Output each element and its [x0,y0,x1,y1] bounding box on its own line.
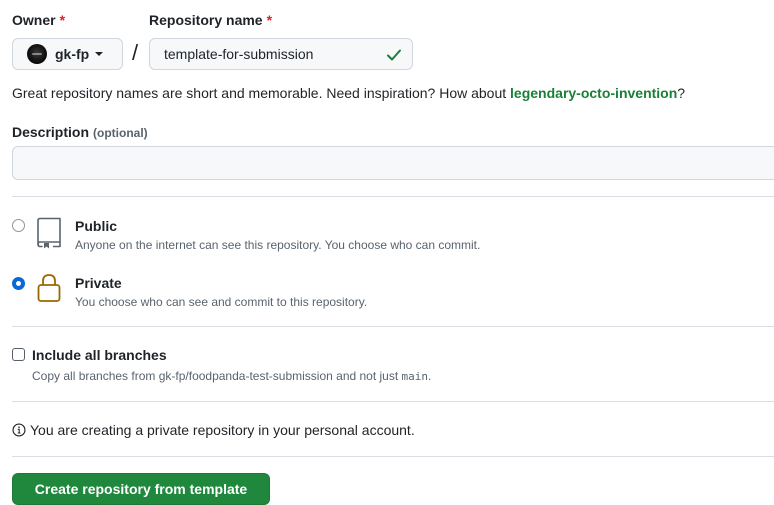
repository-name-input[interactable]: template-for-submission [149,38,413,70]
owner-select-button[interactable]: gk-fp [12,38,123,70]
hint-text: Great repository names are short and mem… [12,85,511,101]
path-separator: / [132,40,139,65]
owner-name: gk-fp [55,46,90,62]
include-branches-checkbox[interactable] [12,348,25,361]
create-repository-button[interactable]: Create repository from template [12,473,270,505]
owner-label-text: Owner [12,12,56,28]
include-branches-title: Include all branches [32,347,167,363]
public-title: Public [75,218,118,234]
divider [12,456,774,457]
visibility-info: You are creating a private repository in… [12,422,415,438]
required-mark: * [59,12,66,28]
divider [12,326,774,327]
divider [12,401,774,402]
description-label-text: Description [12,124,90,140]
description-label: Description (optional) [12,124,148,140]
optional-tag: (optional) [93,126,148,140]
include-branches-description: Copy all branches from gk-fp/foodpanda-t… [32,369,431,383]
include-branches-description-text: Copy all branches from gk-fp/foodpanda-t… [32,369,402,383]
owner-label: Owner * [12,12,65,28]
check-icon [387,49,401,61]
repository-name-label: Repository name * [149,12,272,28]
private-description: You choose who can see and commit to thi… [75,295,368,309]
suggested-name-link[interactable]: legendary-octo-invention [510,85,677,101]
private-title: Private [75,275,122,291]
repository-name-hint: Great repository names are short and mem… [12,85,685,101]
required-mark: * [266,12,273,28]
divider [12,196,774,197]
include-branches-description-suffix: . [428,369,432,383]
public-radio[interactable] [12,219,25,232]
private-radio[interactable] [12,277,25,290]
repository-name-label-text: Repository name [149,12,263,28]
branch-code: main [401,370,429,383]
repository-name-value: template-for-submission [164,46,314,62]
hint-suffix: ? [677,85,686,101]
description-input[interactable] [12,146,774,180]
avatar [27,44,47,64]
repo-icon [37,217,61,249]
chevron-down-icon [95,52,104,56]
info-icon [12,423,26,437]
public-description: Anyone on the internet can see this repo… [75,238,481,252]
lock-icon [37,274,61,302]
info-text: You are creating a private repository in… [30,422,415,438]
